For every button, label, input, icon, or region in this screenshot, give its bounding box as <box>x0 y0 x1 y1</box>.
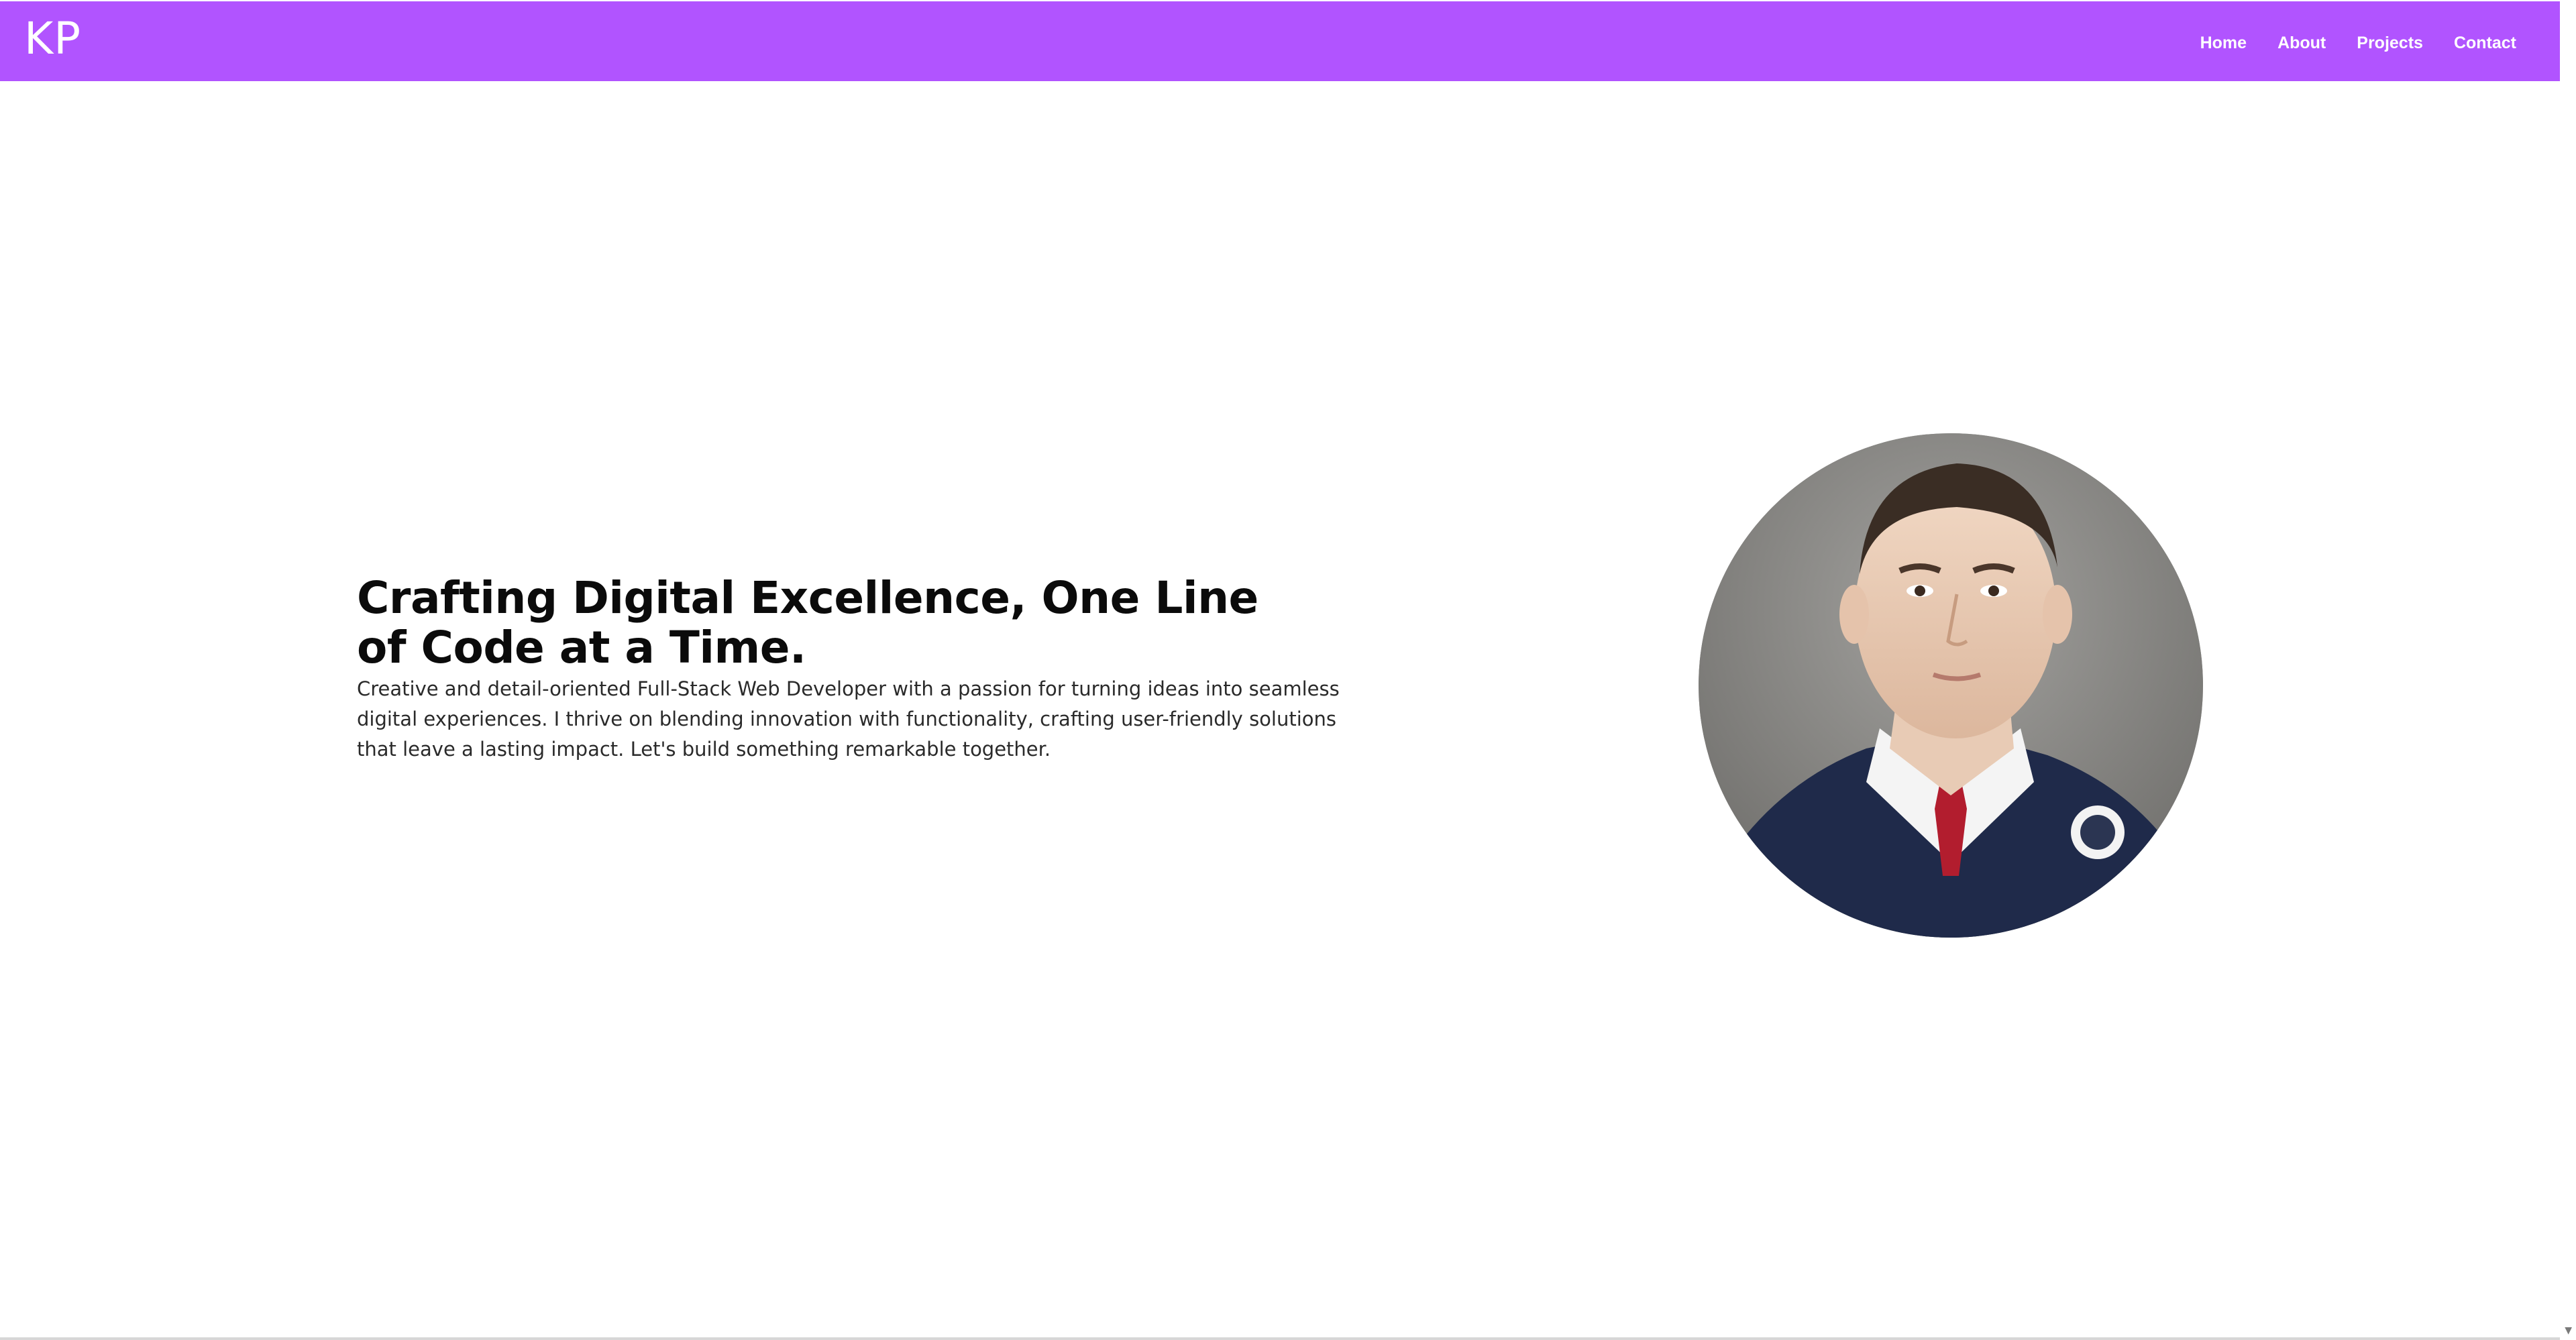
hero-title: Crafting Digital Excellence, One Line of… <box>357 572 1258 673</box>
profile-photo-illustration <box>1699 433 2203 938</box>
nav-link-about[interactable]: About <box>2262 25 2341 61</box>
logo[interactable]: KP <box>24 12 81 66</box>
scroll-down-arrow-icon[interactable]: ▼ <box>2565 1325 2572 1336</box>
hero-section: Crafting Digital Excellence, One Line of… <box>357 573 1377 765</box>
nav-link-projects[interactable]: Projects <box>2341 25 2438 61</box>
hero-description: Creative and detail-oriented Full-Stack … <box>357 677 1340 761</box>
nav-link-home[interactable]: Home <box>2185 25 2262 61</box>
horizontal-scrollbar[interactable] <box>0 1337 2560 1340</box>
main-nav: Home About Projects Contact <box>2185 24 2532 62</box>
nav-link-contact[interactable]: Contact <box>2438 25 2532 61</box>
page: KP Home About Projects Contact Crafting … <box>0 0 2576 1340</box>
navbar: KP Home About Projects Contact <box>0 1 2560 81</box>
profile-photo <box>1699 433 2203 938</box>
